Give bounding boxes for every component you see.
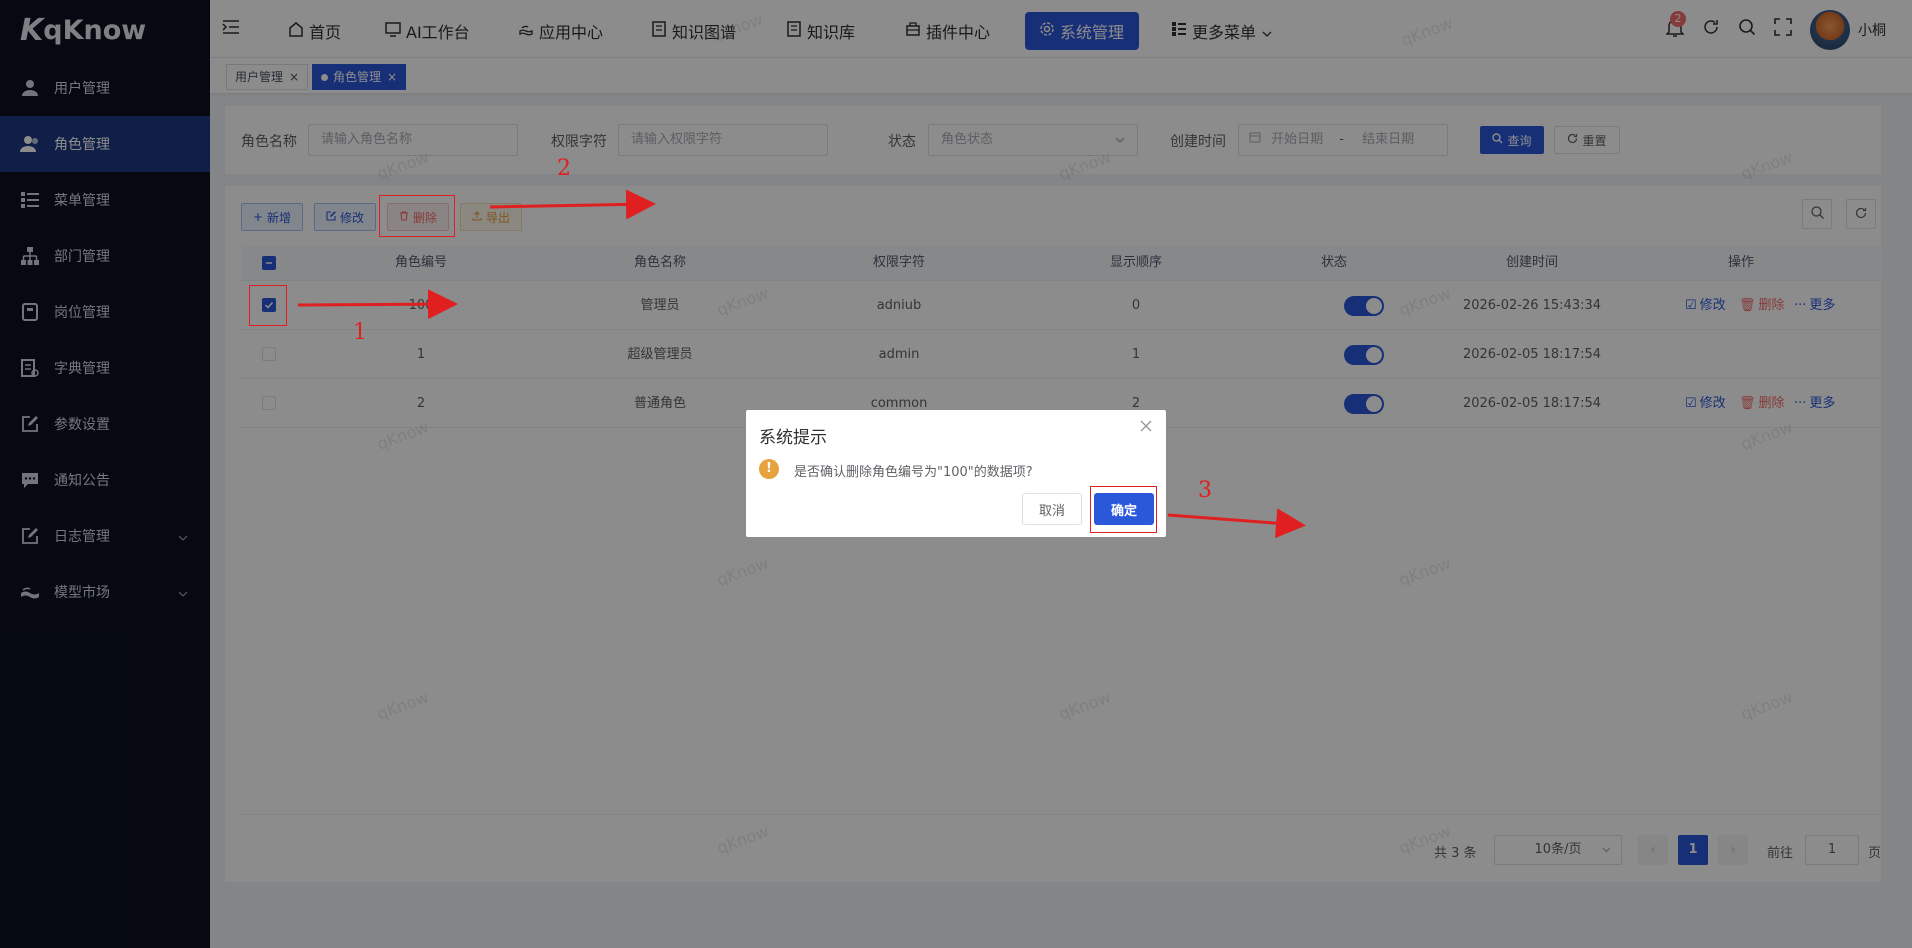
annotation-arrow-3 bbox=[1167, 508, 1306, 539]
annotation-arrow-2 bbox=[489, 189, 656, 220]
annotation-arrow-1 bbox=[297, 289, 458, 320]
annotation-arrows bbox=[297, 189, 1306, 539]
